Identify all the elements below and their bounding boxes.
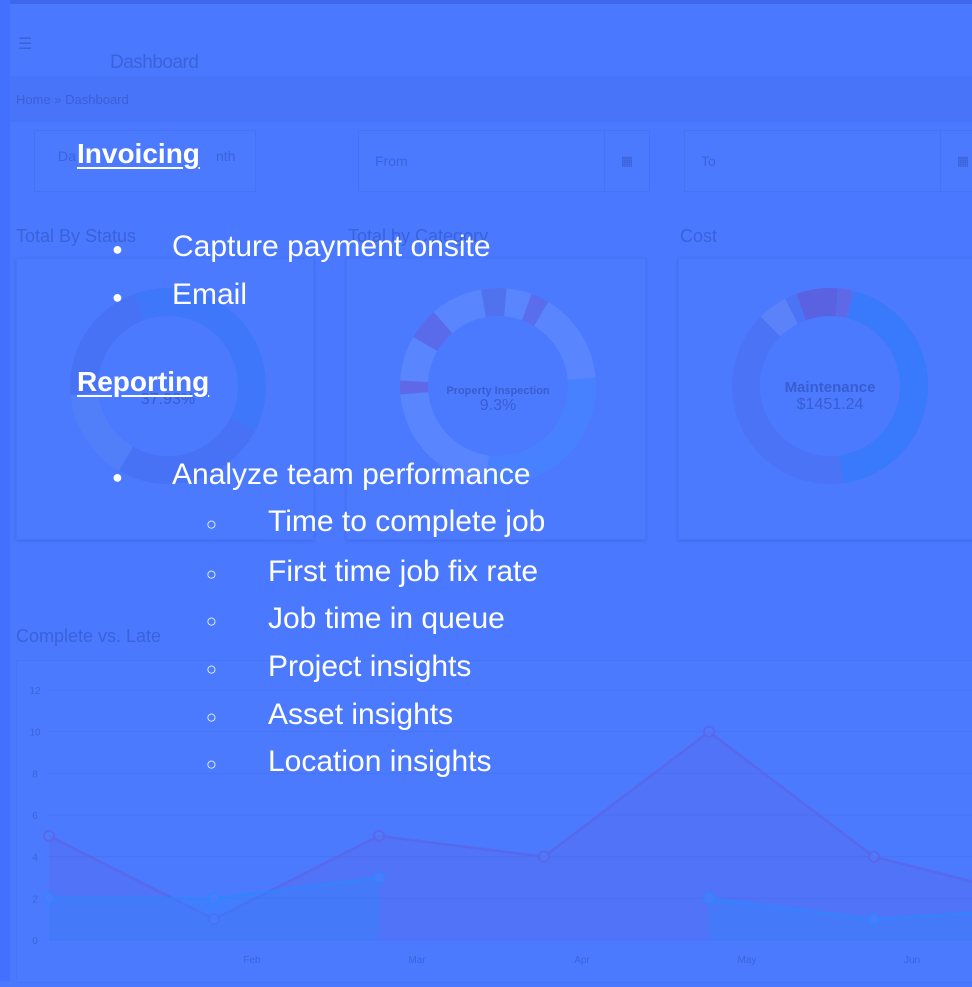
list-item-text: Analyze team performance [172, 458, 531, 491]
sub-list-item-text: Time to complete job [268, 505, 546, 538]
list-item-text: Email [172, 278, 248, 311]
circle-bullet-icon: ○ [206, 707, 217, 727]
feature-overlay: Invoicing ● Capture payment onsite ● Ema… [0, 0, 972, 981]
circle-bullet-icon: ○ [206, 611, 217, 631]
circle-bullet-icon: ○ [206, 754, 217, 774]
sub-list-item-text: Location insights [268, 745, 492, 778]
list-item-text: Capture payment onsite [172, 230, 491, 263]
invoicing-heading[interactable]: Invoicing [77, 138, 200, 170]
sub-list-item-text: Asset insights [268, 698, 454, 731]
bullet-icon: ● [112, 239, 123, 259]
circle-bullet-icon: ○ [206, 564, 217, 584]
sub-list-item-text: Project insights [268, 650, 472, 683]
bullet-icon: ● [112, 287, 123, 307]
reporting-heading[interactable]: Reporting [77, 366, 209, 398]
bullet-icon: ● [112, 467, 123, 487]
sub-list-item-text: Job time in queue [268, 602, 505, 635]
circle-bullet-icon: ○ [206, 514, 217, 534]
circle-bullet-icon: ○ [206, 659, 217, 679]
sub-list-item-text: First time job fix rate [268, 555, 539, 588]
